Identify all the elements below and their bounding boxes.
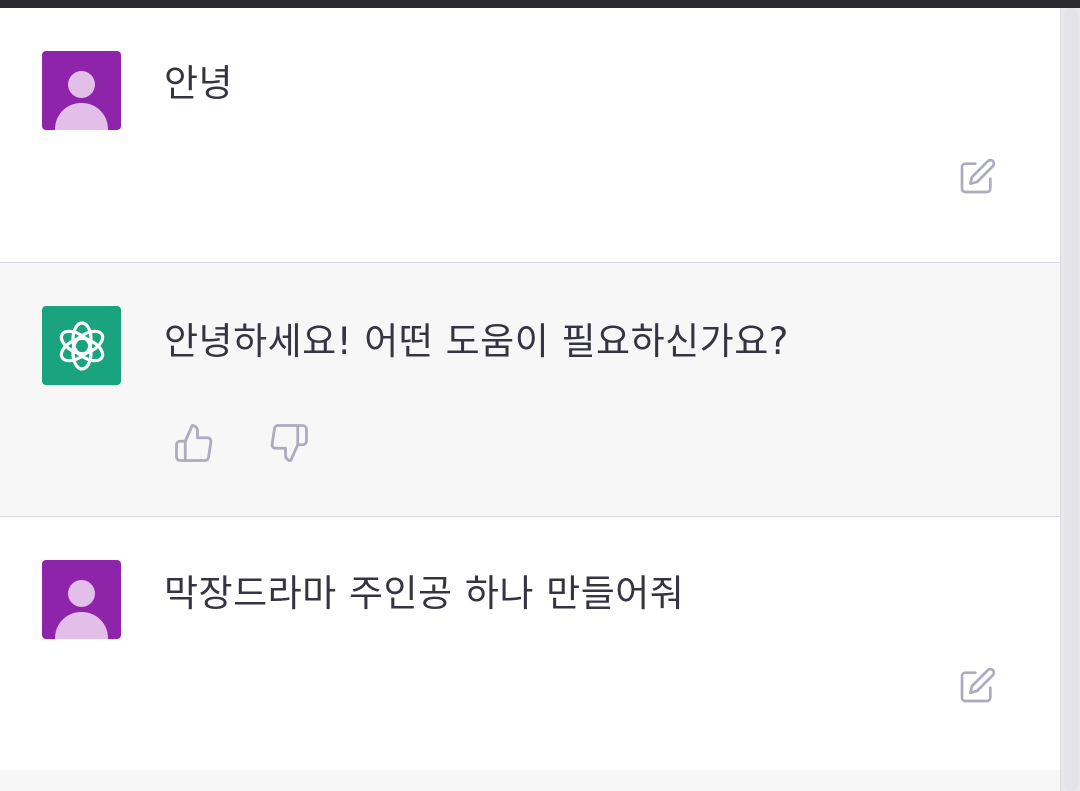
user-avatar-icon: [42, 560, 121, 639]
chat-thread: 안녕 안녕하세요! 어떤 도움이 필요하신가요? 막장드라마 주인공 하나 만들…: [0, 8, 1060, 771]
user-message: 막장드라마 주인공 하나 만들어줘: [0, 517, 1060, 771]
edit-button[interactable]: [955, 664, 999, 708]
scrollbar-thumb[interactable]: [1064, 8, 1078, 791]
message-text: 막장드라마 주인공 하나 만들어줘: [164, 572, 685, 615]
thumbs-up-icon: [175, 424, 213, 462]
user-message: 안녕: [0, 8, 1060, 263]
window-top-bar: [0, 0, 1080, 8]
edit-button[interactable]: [955, 155, 999, 199]
message-text: 안녕: [164, 62, 234, 105]
edit-icon: [960, 667, 996, 703]
thumbs-up-button[interactable]: [172, 421, 216, 465]
assistant-message: 안녕하세요! 어떤 도움이 필요하신가요?: [0, 263, 1060, 517]
thumbs-down-icon: [270, 424, 308, 462]
scrollbar[interactable]: [1060, 8, 1080, 791]
message-text: 안녕하세요! 어떤 도움이 필요하신가요?: [164, 320, 789, 363]
user-avatar-icon: [42, 51, 121, 130]
next-message-preview: [0, 770, 1060, 791]
edit-icon: [960, 158, 996, 194]
thumbs-down-button[interactable]: [267, 421, 311, 465]
openai-logo-icon: [42, 306, 121, 385]
